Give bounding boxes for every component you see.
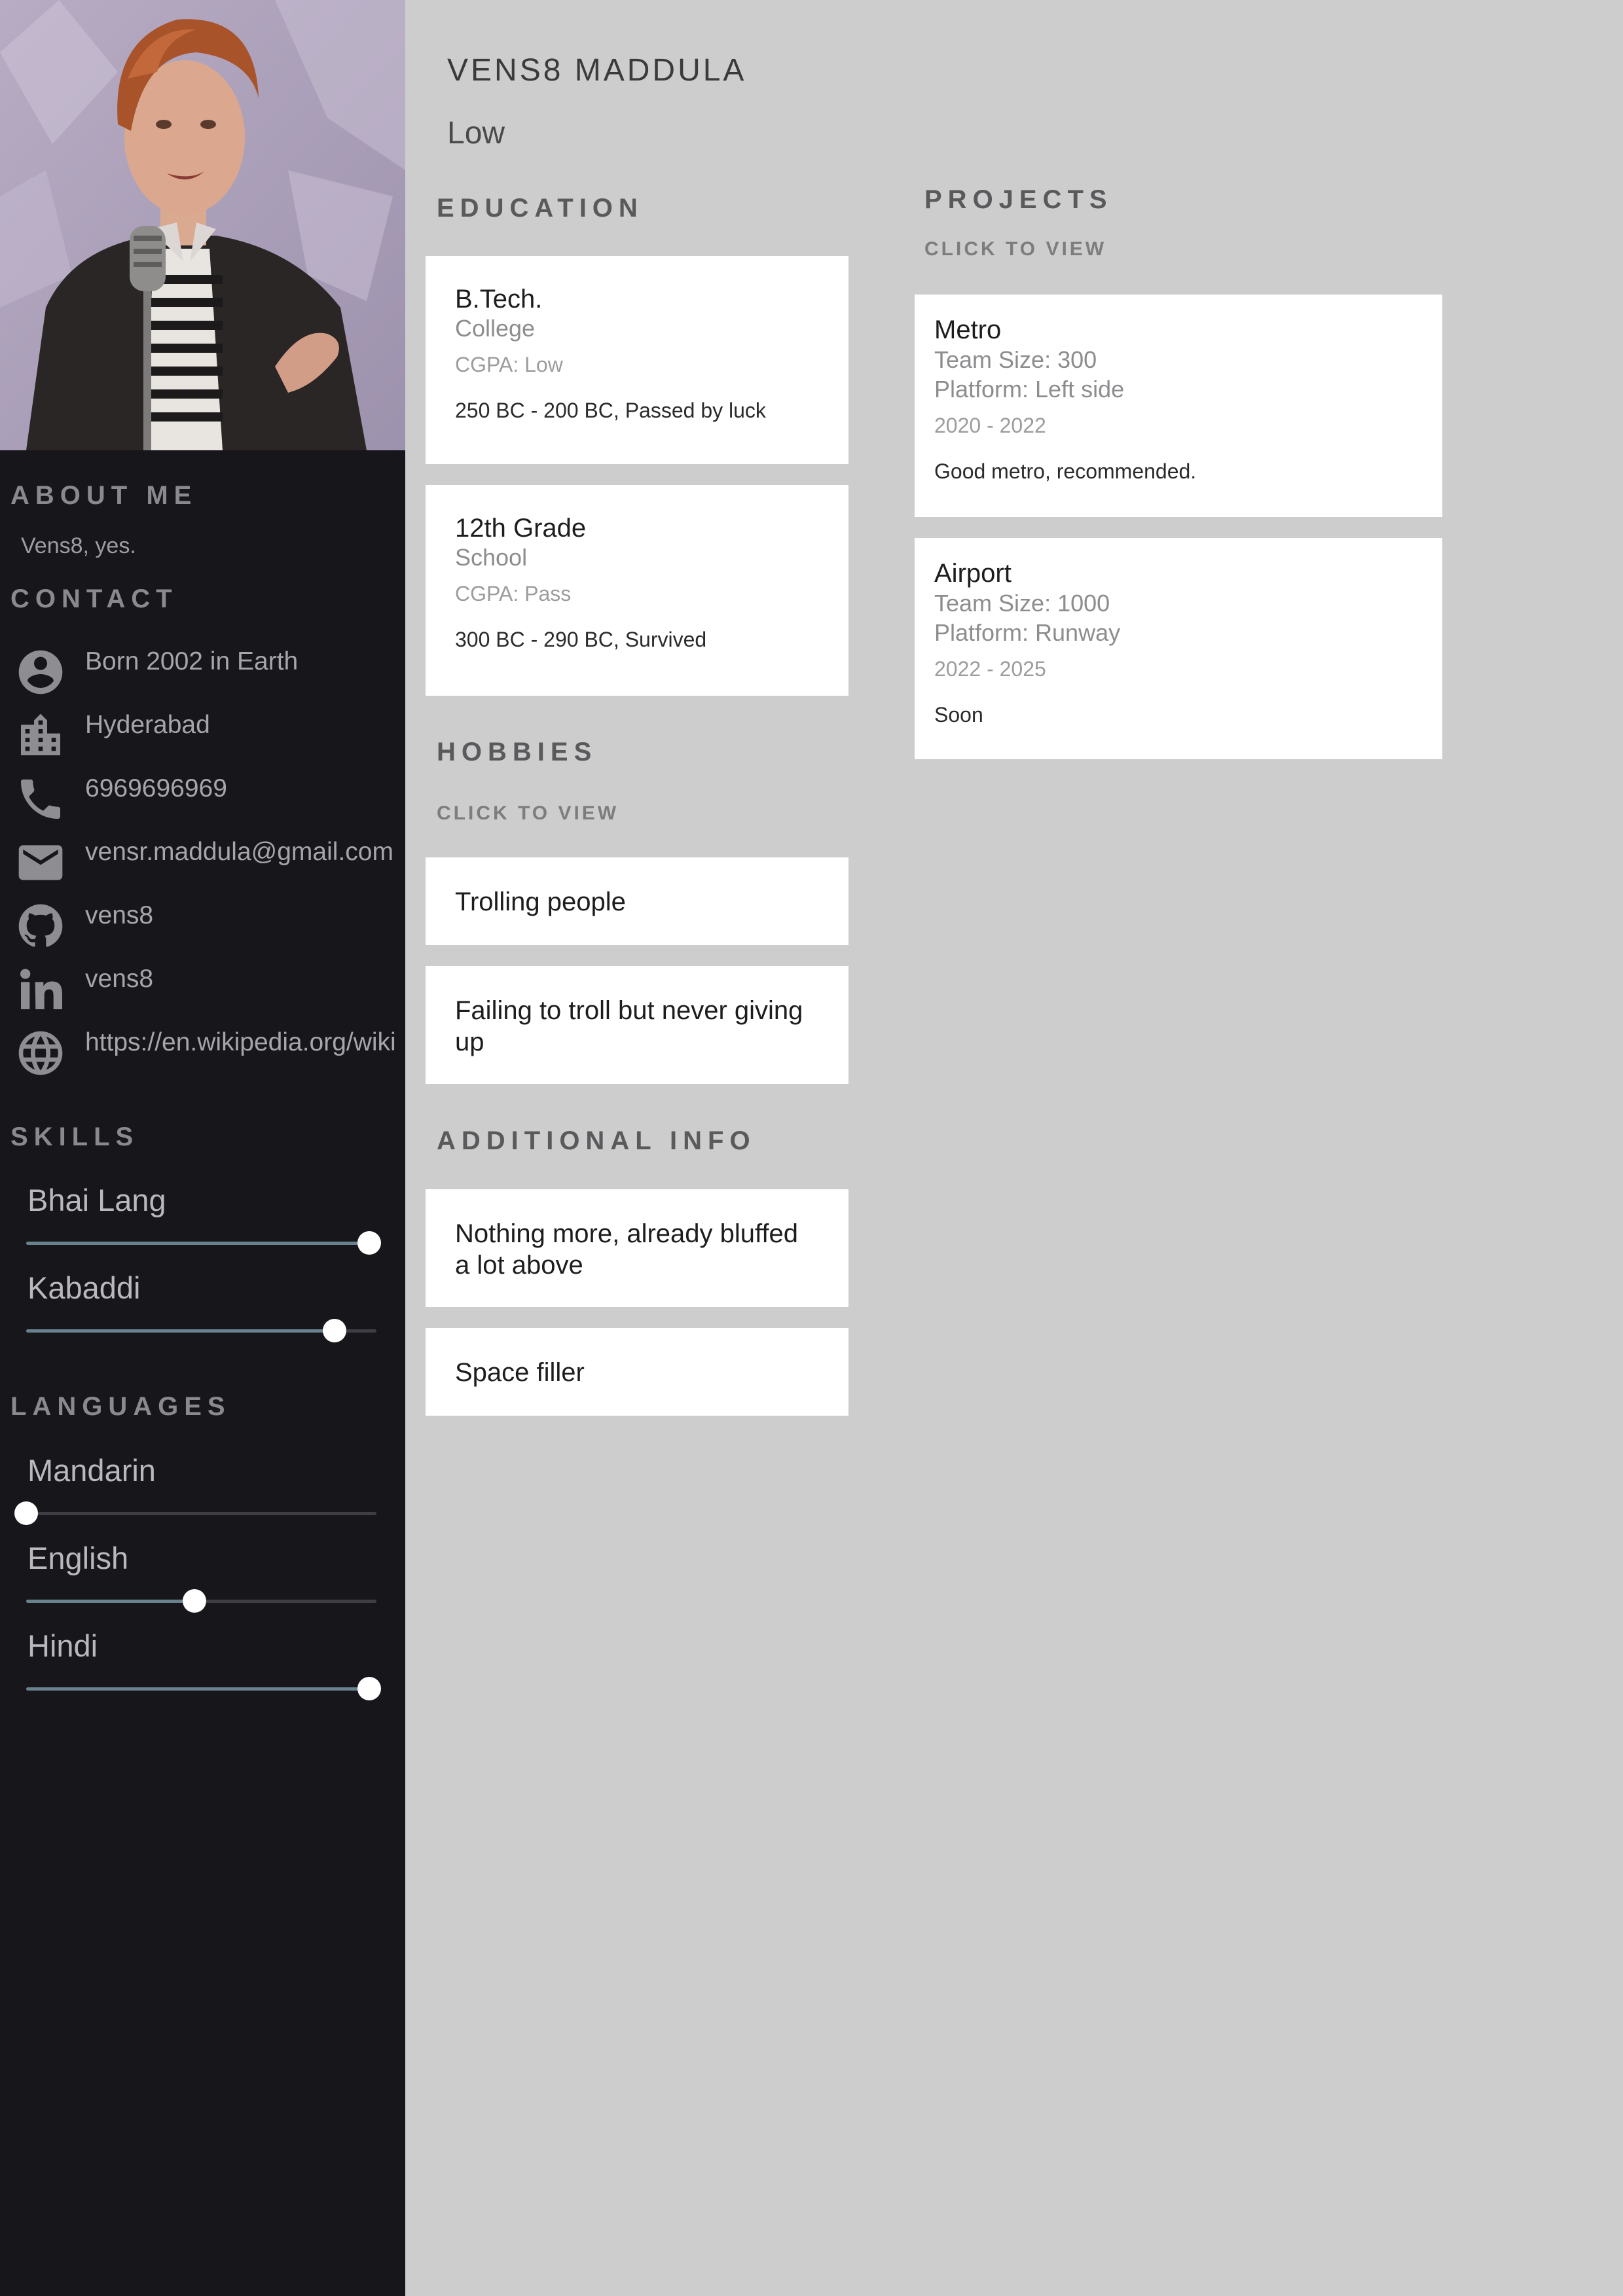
project-platform: Platform: Runway	[934, 619, 1121, 646]
sidebar: ABOUT ME Vens8, yes. CONTACT Born 2002 i…	[0, 0, 405, 2296]
additional-info-heading: ADDITIONAL INFO	[437, 1126, 756, 1155]
slider-track[interactable]	[26, 1589, 376, 1613]
project-title: Airport	[934, 559, 1012, 588]
contact-website-text[interactable]: https://en.wikipedia.org/wiki	[85, 1028, 396, 1057]
project-team-size: Team Size: 1000	[934, 590, 1110, 617]
project-card[interactable]: Metro Team Size: 300 Platform: Left side…	[915, 295, 1442, 517]
slider-track[interactable]	[14, 1501, 376, 1525]
hobby-card[interactable]: Failing to troll but never giving up	[426, 966, 848, 1084]
language-slider-mandarin[interactable]: Mandarin	[0, 1452, 405, 1525]
education-title: 12th Grade	[455, 514, 587, 543]
linkedin-icon	[20, 969, 63, 1009]
contact-email[interactable]: vensr.maddula@gmail.com	[0, 836, 405, 895]
skills-heading: SKILLS	[10, 1122, 139, 1151]
contact-website[interactable]: https://en.wikipedia.org/wiki	[0, 1027, 405, 1086]
additional-info-text: Nothing more, already bluffed a lot abov…	[455, 1219, 799, 1280]
slider-track[interactable]	[26, 1677, 382, 1700]
slider-track[interactable]	[26, 1231, 382, 1255]
languages-heading: LANGUAGES	[10, 1392, 231, 1421]
main-content: VENS8 MADDULA Low EDUCATION B.Tech. Coll…	[405, 0, 1623, 2296]
additional-info-text: Space filler	[455, 1358, 585, 1387]
contact-phone[interactable]: 6969696969	[0, 773, 405, 832]
project-platform: Platform: Left side	[934, 376, 1125, 403]
skill-label: Bhai Lang	[27, 1183, 166, 1217]
contact-github[interactable]: vens8	[0, 900, 405, 959]
about-me-text: Vens8, yes.	[21, 533, 136, 558]
profile-name: VENS8 MADDULA	[447, 53, 747, 88]
skill-slider-kabaddi[interactable]: Kabaddi	[0, 1270, 405, 1342]
education-card[interactable]: 12th Grade School CGPA: Pass 300 BC - 29…	[426, 485, 848, 696]
education-title: B.Tech.	[455, 285, 543, 314]
education-heading: EDUCATION	[437, 194, 644, 223]
project-dates: 2020 - 2022	[934, 414, 1046, 437]
account-circle-icon	[18, 650, 63, 694]
slider-thumb[interactable]	[182, 1589, 206, 1613]
slider-thumb[interactable]	[322, 1319, 346, 1342]
profile-subtitle: Low	[447, 116, 505, 151]
language-label: Hindi	[27, 1628, 98, 1663]
contact-linkedin-text[interactable]: vens8	[85, 965, 153, 994]
slider-track[interactable]	[26, 1319, 376, 1342]
hobby-card[interactable]: Trolling people	[426, 857, 848, 945]
slider-fill	[26, 1329, 335, 1333]
project-description: Good metro, recommended.	[934, 459, 1197, 483]
language-slider-hindi[interactable]: Hindi	[0, 1628, 405, 1700]
education-description: 300 BC - 290 BC, Survived	[455, 628, 707, 651]
education-grade: CGPA: Low	[455, 353, 563, 376]
globe-icon	[18, 1031, 63, 1075]
slider-thumb[interactable]	[357, 1231, 382, 1255]
education-description: 250 BC - 200 BC, Passed by luck	[455, 399, 766, 422]
contact-github-text[interactable]: vens8	[85, 901, 153, 930]
language-label: English	[27, 1541, 129, 1575]
education-institution: College	[455, 315, 536, 342]
slider-thumb[interactable]	[14, 1501, 38, 1525]
contact-birth-text: Born 2002 in Earth	[85, 647, 299, 675]
about-me-heading: ABOUT ME	[10, 481, 198, 510]
hobbies-click-to-view[interactable]: CLICK TO VIEW	[437, 802, 619, 825]
contact-phone-text[interactable]: 6969696969	[85, 774, 227, 803]
project-team-size: Team Size: 300	[934, 346, 1097, 373]
contact-linkedin[interactable]: vens8	[0, 963, 405, 1022]
hobby-text: Failing to troll but never giving up	[455, 996, 803, 1056]
projects-click-to-view[interactable]: CLICK TO VIEW	[924, 238, 1106, 260]
education-grade: CGPA: Pass	[455, 582, 572, 605]
contact-location-text: Hyderabad	[85, 711, 210, 739]
building-icon	[21, 713, 60, 755]
language-slider-english[interactable]: English	[0, 1540, 405, 1613]
slider-thumb[interactable]	[357, 1677, 382, 1700]
education-institution: School	[455, 544, 528, 571]
github-icon	[18, 904, 63, 947]
additional-info-card[interactable]: Nothing more, already bluffed a lot abov…	[426, 1189, 848, 1307]
profile-photo	[0, 0, 405, 450]
project-description: Soon	[934, 703, 983, 726]
project-card[interactable]: Airport Team Size: 1000 Platform: Runway…	[915, 538, 1442, 759]
slider-fill	[26, 1687, 370, 1691]
contact-birth: Born 2002 in Earth	[0, 646, 405, 705]
project-dates: 2022 - 2025	[934, 657, 1046, 681]
project-title: Metro	[934, 315, 1002, 344]
hobby-text: Trolling people	[455, 888, 626, 916]
skill-label: Kabaddi	[27, 1270, 141, 1305]
slider-fill	[26, 1242, 370, 1245]
contact-heading: CONTACT	[10, 584, 178, 613]
projects-heading: PROJECTS	[924, 185, 1113, 214]
phone-icon	[21, 780, 60, 819]
contact-location: Hyderabad	[0, 709, 405, 768]
language-label: Mandarin	[27, 1453, 156, 1488]
hobbies-heading: HOBBIES	[437, 738, 598, 766]
education-card[interactable]: B.Tech. College CGPA: Low 250 BC - 200 B…	[426, 256, 848, 464]
email-icon	[18, 845, 63, 880]
contact-email-text[interactable]: vensr.maddula@gmail.com	[85, 838, 393, 867]
slider-fill	[26, 1600, 194, 1603]
skill-slider-bhai-lang[interactable]: Bhai Lang	[0, 1182, 405, 1255]
additional-info-card[interactable]: Space filler	[426, 1328, 848, 1416]
